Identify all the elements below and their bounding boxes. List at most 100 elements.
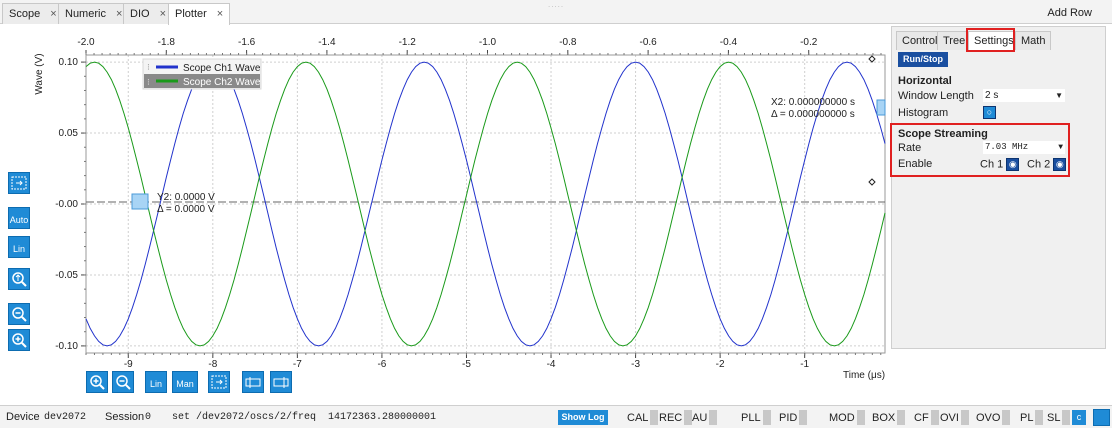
drag-handle-icon[interactable]: ⁝ <box>147 62 150 72</box>
lin-x-button[interactable]: Lin <box>145 371 167 393</box>
status-indicator-ovo: OVO <box>973 410 1011 425</box>
ch1-enable-toggle[interactable]: ◉ <box>1006 158 1020 171</box>
y-cursor-handle[interactable] <box>131 193 149 210</box>
session-label: Session <box>105 411 145 423</box>
window-length-value: 2 s <box>985 90 999 101</box>
cursor-right-icon[interactable] <box>270 371 292 393</box>
man-button[interactable]: Man <box>172 371 198 393</box>
man-label: Man <box>176 379 194 389</box>
top-tick-label: -1.4 <box>318 37 336 48</box>
tab-math[interactable]: Math <box>1015 31 1052 50</box>
status-indicator-ovi: OVI <box>937 410 969 425</box>
enable-label: Enable <box>898 158 933 170</box>
ch2-label: Ch 2 <box>1027 158 1051 171</box>
histogram-label: Histogram <box>898 107 949 119</box>
auto-label: Auto <box>9 215 29 225</box>
x-tick-label: -1 <box>800 359 809 370</box>
rate-value: 7.03 MHz <box>985 142 1029 152</box>
command-log-text: set /dev2072/oscs/2/freq 14172363.280000… <box>172 412 437 423</box>
cursor-left-icon[interactable] <box>242 371 264 393</box>
x-tick-label: -8 <box>208 359 217 370</box>
top-tick-label: -0.6 <box>639 37 657 48</box>
window-length-label: Window Length <box>898 90 974 102</box>
y-axis-label: Wave (V) <box>34 53 45 94</box>
status-indicator-cal: CAL <box>624 410 659 425</box>
y-tick-label: 0.10 <box>59 57 79 68</box>
x-tick-label: -4 <box>547 359 556 370</box>
top-tick-label: -1.2 <box>399 37 417 48</box>
legend[interactable]: ⁝ ⁝ Scope Ch1 Wave Scope Ch2 Wave <box>142 58 262 90</box>
show-log-button[interactable]: Show Log <box>558 410 608 425</box>
top-tick-label: -0.2 <box>800 37 818 48</box>
y-cursor-delta: Δ = 0.0000 V <box>157 204 215 215</box>
lin-label: Lin <box>12 244 25 254</box>
chevron-down-icon: ▼ <box>1058 143 1063 152</box>
zoom-out-x-icon[interactable] <box>112 371 134 393</box>
legend-label-ch1: Scope Ch1 Wave <box>183 63 261 74</box>
bottom-axis: -9 -8 -7 -6 -5 -4 -3 -2 -1 <box>85 353 882 370</box>
x-cursor-value: X2: 0.000000000 s <box>771 97 855 108</box>
x-axis-label: Time (μs) <box>843 370 885 381</box>
y-cursor-value: Y2: 0.0000 V <box>157 192 215 203</box>
x-cursor-handle[interactable] <box>876 99 886 116</box>
top-tick-label: -1.0 <box>479 37 497 48</box>
zoom-fit-icon[interactable] <box>8 172 30 194</box>
x-tick-label: -6 <box>377 359 386 370</box>
connection-icon[interactable]: c <box>1072 410 1086 425</box>
histogram-toggle[interactable]: ○ <box>983 106 996 119</box>
series-end-marker <box>868 55 876 63</box>
horizontal-section-title: Horizontal <box>898 75 952 87</box>
x-tick-label: -9 <box>124 359 133 370</box>
y-axis: 0.10 0.05 -0.00 -0.05 -0.10 <box>55 57 86 352</box>
record-icon[interactable] <box>1093 409 1110 426</box>
y-tick-label: -0.00 <box>55 199 78 210</box>
legend-label-ch2: Scope Ch2 Wave <box>183 77 261 88</box>
status-indicator-mod: MOD <box>826 410 865 425</box>
x-tick-label: -2 <box>716 359 725 370</box>
highlight-box-settings-tab <box>966 28 1015 52</box>
x-tick-label: -5 <box>462 359 471 370</box>
status-indicator-sl: SL <box>1044 410 1071 425</box>
settings-panel: Control Tree Settings Math Run/Stop Hori… <box>890 26 1106 349</box>
window-length-select[interactable]: 2 s ▼ <box>983 89 1065 102</box>
drag-handle-icon[interactable]: ⁝ <box>147 77 150 87</box>
run-stop-button[interactable]: Run/Stop <box>898 52 948 67</box>
y-tick-label: -0.10 <box>55 341 78 352</box>
ch1-label: Ch 1 <box>980 158 1004 171</box>
auto-button[interactable]: Auto <box>8 207 30 229</box>
status-bar: Device dev2072 Session 0 set /dev2072/os… <box>0 405 1112 428</box>
device-value: dev2072 <box>44 412 87 423</box>
status-indicator-cf: CF <box>911 410 939 425</box>
y-tick-label: -0.05 <box>55 270 78 281</box>
zoom-in-x-icon[interactable] <box>86 371 108 393</box>
x-tick-label: -7 <box>293 359 302 370</box>
device-label: Device <box>6 411 40 423</box>
zoom-out-icon[interactable] <box>8 303 30 325</box>
series-end-marker <box>868 178 876 186</box>
top-tick-label: -1.6 <box>238 37 256 48</box>
y-tick-label: 0.05 <box>59 128 79 139</box>
zoom-reset-icon[interactable] <box>8 268 30 290</box>
top-tick-label: -2.0 <box>77 37 95 48</box>
rate-select[interactable]: 7.03 MHz ▼ <box>983 141 1065 154</box>
status-indicator-box: BOX <box>869 410 906 425</box>
chevron-down-icon: ▼ <box>1055 91 1063 100</box>
zoom-in-icon[interactable] <box>8 329 30 351</box>
lin-x-label: Lin <box>149 379 162 389</box>
x-cursor-delta: Δ = 0.000000000 s <box>771 109 855 120</box>
status-indicator-pll: PLL <box>738 410 771 425</box>
status-indicator-pid: PID <box>776 410 808 425</box>
top-axis: -2.0 -1.8 -1.6 -1.4 -1.2 -1.0 -0.8 -0.6 -0.4 -0.2 <box>77 37 882 55</box>
session-value: 0 <box>145 412 152 423</box>
rate-label: Rate <box>898 142 922 154</box>
zoom-fit-x-icon[interactable] <box>208 371 230 393</box>
x-tick-label: -3 <box>631 359 640 370</box>
lin-button[interactable]: Lin <box>8 236 30 258</box>
ch2-enable-toggle[interactable]: ◉ <box>1053 158 1067 171</box>
ch2-enable-group: Ch 2 ◉ <box>1027 158 1067 171</box>
scope-streaming-section-title: Scope Streaming <box>898 128 988 140</box>
top-tick-label: -0.4 <box>720 37 738 48</box>
top-tick-label: -0.8 <box>559 37 577 48</box>
status-indicator-au: AU <box>689 410 718 425</box>
status-indicator-pl: PL <box>1017 410 1044 425</box>
